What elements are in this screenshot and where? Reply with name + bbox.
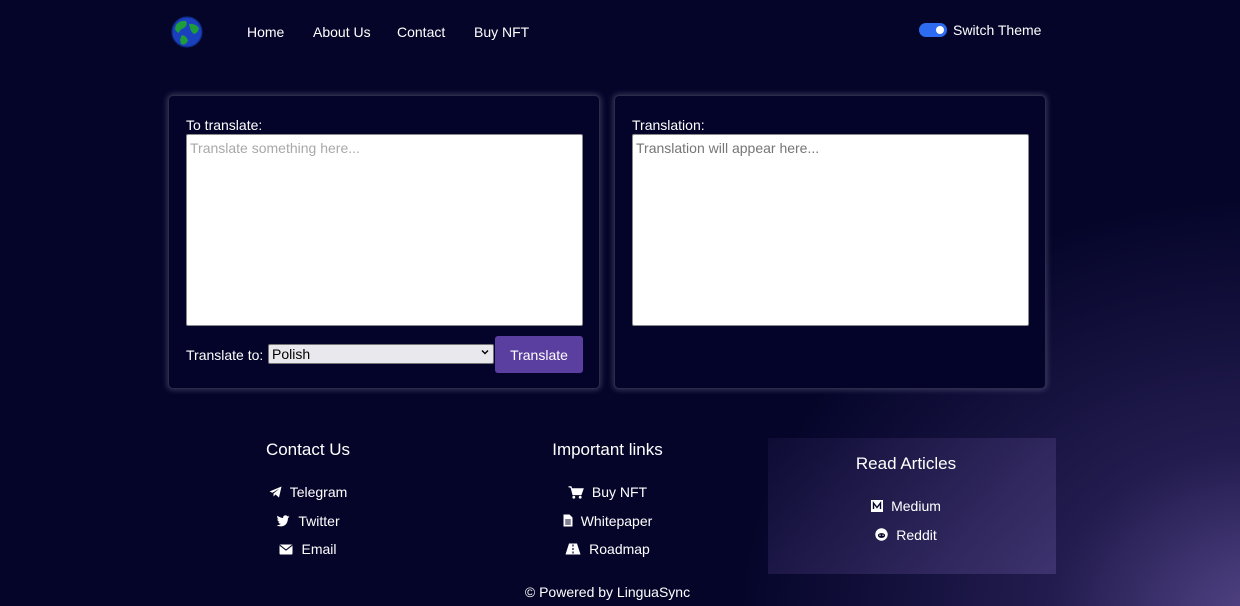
chevron-down-icon [481,350,489,355]
nav-home-link[interactable]: Home [247,24,284,40]
footer-articles-title: Read Articles [855,454,957,473]
language-select-value: Polish [272,346,311,362]
medium-link[interactable]: Medium [846,492,966,521]
nav-buy-nft-link[interactable]: Buy NFT [474,24,529,40]
email-link[interactable]: Email [248,535,368,564]
telegram-icon [269,486,282,498]
input-label: To translate: [186,117,263,133]
twitter-label: Twitter [298,512,340,529]
roadmap-label: Roadmap [589,541,650,558]
copyright-text: © Powered by LinguaSync [524,584,691,600]
theme-toggle[interactable] [919,23,947,37]
telegram-label: Telegram [289,484,348,501]
medium-label: Medium [891,498,941,515]
footer-contact: Contact Us Telegram Twitter Email [248,440,368,564]
nav-about-link[interactable]: About Us [313,24,371,40]
email-label: Email [301,541,337,558]
email-icon [279,544,294,555]
buy-nft-link[interactable]: Buy NFT [540,478,675,507]
roadmap-link[interactable]: Roadmap [540,535,675,564]
theme-switch[interactable]: Switch Theme [919,22,1041,38]
globe-logo-icon[interactable] [170,15,204,49]
toggle-knob [936,26,944,34]
footer-important-title: Important links [552,440,663,459]
translate-to-label: Translate to: [186,347,264,363]
nav-contact-link[interactable]: Contact [397,24,445,40]
reddit-link[interactable]: Reddit [846,521,966,550]
road-icon [565,543,581,555]
navbar: Home About Us Contact Buy NFT Switch The… [0,0,1240,64]
whitepaper-label: Whitepaper [580,512,653,529]
translate-input-card: To translate: Translate to: Polish Trans… [168,95,600,389]
translate-button[interactable]: Translate [495,336,583,373]
twitter-icon [276,515,290,527]
document-icon [563,514,573,527]
output-label: Translation: [632,117,705,133]
language-select[interactable]: Polish [268,344,494,364]
telegram-link[interactable]: Telegram [248,478,368,507]
theme-switch-label: Switch Theme [953,22,1042,38]
translation-output-card: Translation: [614,95,1046,389]
output-textarea[interactable] [632,134,1029,326]
buy-nft-label: Buy NFT [591,484,648,501]
whitepaper-link[interactable]: Whitepaper [540,507,675,536]
translate-controls: Translate to: Polish Translate [186,336,583,373]
input-textarea[interactable] [186,134,583,326]
reddit-label: Reddit [896,526,937,543]
medium-icon [871,500,884,513]
cart-icon [568,485,584,499]
footer-articles: Read Articles Medium Reddit [846,454,966,549]
footer-important-links: Important links Buy NFT Whitepaper Roadm… [540,440,675,564]
twitter-link[interactable]: Twitter [248,507,368,536]
reddit-icon [875,528,888,541]
footer-contact-title: Contact Us [265,440,351,459]
